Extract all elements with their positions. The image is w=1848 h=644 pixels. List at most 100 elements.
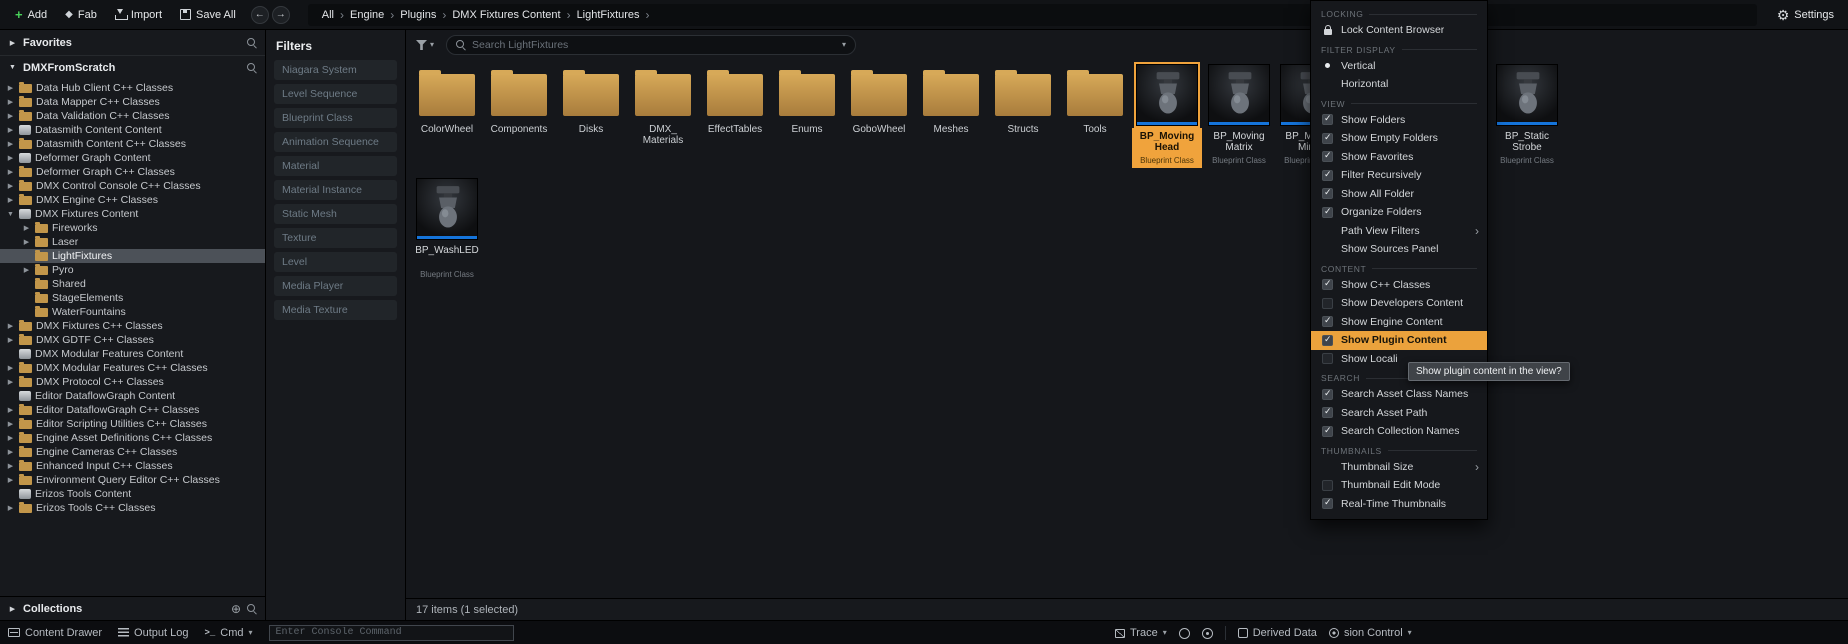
asset-search-input[interactable] (472, 39, 836, 51)
tree-item-waterfountains[interactable]: WaterFountains (0, 305, 265, 319)
expander-icon[interactable]: ▶ (6, 378, 15, 386)
tree-item-dmx-fixtures-content[interactable]: ▼DMX Fixtures Content (0, 207, 265, 221)
menu-item-search-asset-class-names[interactable]: Search Asset Class Names (1311, 385, 1487, 404)
menu-item-real-time-thumbnails[interactable]: Real-Time Thumbnails (1311, 495, 1487, 514)
folder-tile-components[interactable]: Components (484, 64, 554, 168)
settings-button[interactable]: ⚙ Settings (1771, 5, 1840, 25)
tree-item-editor-dataflowgraph-c-classes[interactable]: ▶Editor DataflowGraph C++ Classes (0, 403, 265, 417)
tree-item-dmx-modular-features-c-classes[interactable]: ▶DMX Modular Features C++ Classes (0, 361, 265, 375)
tree-item-erizos-tools-content[interactable]: Erizos Tools Content (0, 487, 265, 501)
filter-item-media-texture[interactable]: Media Texture (274, 300, 397, 320)
tree-item-fireworks[interactable]: ▶Fireworks (0, 221, 265, 235)
menu-item-vertical[interactable]: Vertical (1311, 57, 1487, 76)
filter-item-material[interactable]: Material (274, 156, 397, 176)
menu-item-show-folders[interactable]: Show Folders (1311, 111, 1487, 130)
menu-item-show-c-classes[interactable]: Show C++ Classes (1311, 276, 1487, 295)
tree-item-editor-dataflowgraph-content[interactable]: Editor DataflowGraph Content (0, 389, 265, 403)
tree-item-datasmith-content-c-classes[interactable]: ▶Datasmith Content C++ Classes (0, 137, 265, 151)
revision-control-button[interactable]: sion Control ▾ (1329, 627, 1412, 639)
tree-item-environment-query-editor-c-classes[interactable]: ▶Environment Query Editor C++ Classes (0, 473, 265, 487)
folder-tile-enums[interactable]: Enums (772, 64, 842, 168)
content-drawer-button[interactable]: Content Drawer (8, 627, 102, 639)
tree-item-stageelements[interactable]: StageElements (0, 291, 265, 305)
folder-tile-tools[interactable]: Tools (1060, 64, 1130, 168)
expander-icon[interactable]: ▶ (6, 112, 15, 120)
folder-tile-effecttables[interactable]: EffectTables (700, 64, 770, 168)
expander-icon[interactable]: ▶ (22, 266, 31, 274)
filter-item-level-sequence[interactable]: Level Sequence (274, 84, 397, 104)
menu-item-lock-content-browser[interactable]: Lock Content Browser (1311, 21, 1487, 40)
filter-item-media-player[interactable]: Media Player (274, 276, 397, 296)
asset-tile-bp-washled[interactable]: BP_WashLEDBlueprint Class (412, 178, 482, 282)
tree-item-dmx-engine-c-classes[interactable]: ▶DMX Engine C++ Classes (0, 193, 265, 207)
filter-dropdown-button[interactable]: ▾ (412, 38, 438, 52)
tree-item-dmx-fixtures-c-classes[interactable]: ▶DMX Fixtures C++ Classes (0, 319, 265, 333)
tree-item-shared[interactable]: Shared (0, 277, 265, 291)
collections-search-icon[interactable] (247, 604, 257, 614)
expander-icon[interactable]: ▶ (6, 364, 15, 372)
asset-tile-bp-moving-matrix[interactable]: BP_Moving MatrixBlueprint Class (1204, 64, 1274, 168)
tree-item-pyro[interactable]: ▶Pyro (0, 263, 265, 277)
search-options-caret-icon[interactable]: ▾ (842, 41, 846, 49)
breadcrumb-item-lightfixtures[interactable]: LightFixtures (573, 9, 644, 21)
expander-icon[interactable]: ▶ (6, 322, 15, 330)
fab-button[interactable]: ◆ Fab (58, 5, 104, 25)
filter-item-animation-sequence[interactable]: Animation Sequence (274, 132, 397, 152)
folder-tile-disks[interactable]: Disks (556, 64, 626, 168)
menu-item-show-favorites[interactable]: Show Favorites (1311, 148, 1487, 167)
breadcrumb-item-plugins[interactable]: Plugins (396, 9, 440, 21)
menu-item-show-sources-panel[interactable]: Show Sources Panel (1311, 240, 1487, 259)
expander-icon[interactable]: ▶ (6, 182, 15, 190)
favorites-header[interactable]: ▶ Favorites (0, 30, 265, 56)
tree-item-deformer-graph-content[interactable]: ▶Deformer Graph Content (0, 151, 265, 165)
folder-tile-gobowheel[interactable]: GoboWheel (844, 64, 914, 168)
forward-button[interactable]: → (272, 6, 290, 24)
tree-item-dmx-protocol-c-classes[interactable]: ▶DMX Protocol C++ Classes (0, 375, 265, 389)
expander-icon[interactable]: ▶ (6, 168, 15, 176)
expander-icon[interactable]: ▶ (6, 476, 15, 484)
breadcrumb-item-dmx-fixtures-content[interactable]: DMX Fixtures Content (448, 9, 564, 21)
tree-item-deformer-graph-c-classes[interactable]: ▶Deformer Graph C++ Classes (0, 165, 265, 179)
back-button[interactable]: ← (251, 6, 269, 24)
menu-item-filter-recursively[interactable]: Filter Recursively (1311, 166, 1487, 185)
import-button[interactable]: Import (108, 5, 169, 25)
expander-icon[interactable]: ▶ (6, 336, 15, 344)
menu-item-organize-folders[interactable]: Organize Folders (1311, 203, 1487, 222)
tree-item-engine-asset-definitions-c-classes[interactable]: ▶Engine Asset Definitions C++ Classes (0, 431, 265, 445)
tree-item-dmx-gdtf-c-classes[interactable]: ▶DMX GDTF C++ Classes (0, 333, 265, 347)
expander-icon[interactable]: ▶ (6, 504, 15, 512)
save-all-button[interactable]: Save All (173, 5, 243, 25)
asset-tile-bp-static-strobe[interactable]: BP_Static StrobeBlueprint Class (1492, 64, 1562, 168)
folder-tile-meshes[interactable]: Meshes (916, 64, 986, 168)
filter-item-static-mesh[interactable]: Static Mesh (274, 204, 397, 224)
expander-icon[interactable]: ▶ (6, 434, 15, 442)
filter-item-texture[interactable]: Texture (274, 228, 397, 248)
filter-item-material-instance[interactable]: Material Instance (274, 180, 397, 200)
filter-item-blueprint-class[interactable]: Blueprint Class (274, 108, 397, 128)
insights-icon[interactable] (1179, 628, 1190, 639)
expander-icon[interactable]: ▶ (6, 462, 15, 470)
menu-item-search-asset-path[interactable]: Search Asset Path (1311, 404, 1487, 423)
tree-item-erizos-tools-c-classes[interactable]: ▶Erizos Tools C++ Classes (0, 501, 265, 515)
menu-item-horizontal[interactable]: Horizontal (1311, 75, 1487, 94)
output-log-button[interactable]: Output Log (118, 627, 188, 639)
trace-button[interactable]: Trace ▾ (1115, 627, 1167, 639)
expander-icon[interactable]: ▶ (6, 196, 15, 204)
tree-item-engine-cameras-c-classes[interactable]: ▶Engine Cameras C++ Classes (0, 445, 265, 459)
menu-item-show-developers-content[interactable]: Show Developers Content (1311, 294, 1487, 313)
menu-item-search-collection-names[interactable]: Search Collection Names (1311, 422, 1487, 441)
menu-item-path-view-filters[interactable]: Path View Filters› (1311, 222, 1487, 241)
cmd-button[interactable]: >_ Cmd ▾ (204, 627, 252, 639)
expander-icon[interactable]: ▶ (6, 84, 15, 92)
tree-item-enhanced-input-c-classes[interactable]: ▶Enhanced Input C++ Classes (0, 459, 265, 473)
tree-item-dmx-control-console-c-classes[interactable]: ▶DMX Control Console C++ Classes (0, 179, 265, 193)
add-button[interactable]: + Add (8, 5, 54, 25)
tree-item-data-mapper-c-classes[interactable]: ▶Data Mapper C++ Classes (0, 95, 265, 109)
expander-icon[interactable]: ▶ (6, 448, 15, 456)
asset-tile-bp-moving-head[interactable]: BP_Moving HeadBlueprint Class (1132, 64, 1202, 168)
breadcrumb-item-all[interactable]: All (318, 9, 338, 21)
filter-item-niagara-system[interactable]: Niagara System (274, 60, 397, 80)
tree-item-lightfixtures[interactable]: LightFixtures (0, 249, 265, 263)
tree-item-data-hub-client-c-classes[interactable]: ▶Data Hub Client C++ Classes (0, 81, 265, 95)
expander-icon[interactable]: ▶ (8, 605, 17, 613)
